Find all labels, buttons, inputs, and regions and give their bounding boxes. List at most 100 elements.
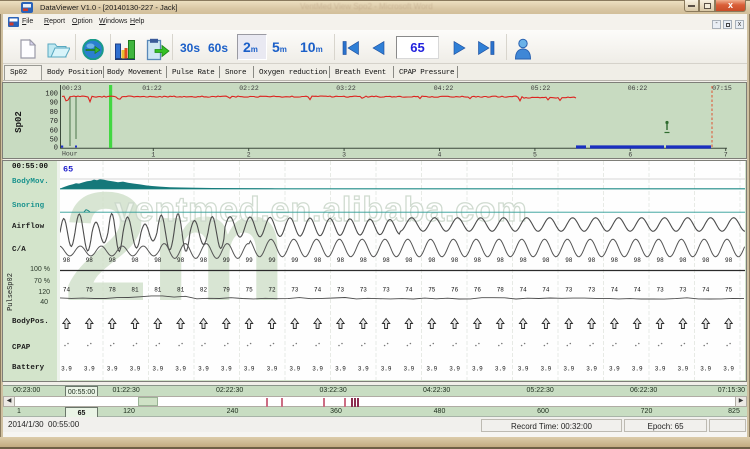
svg-text:75: 75	[86, 287, 94, 294]
svg-text:04:22: 04:22	[434, 85, 454, 92]
svg-text:65: 65	[63, 165, 73, 175]
svg-text:75: 75	[245, 287, 253, 294]
svg-text:3.9: 3.9	[518, 366, 529, 373]
svg-text:02:22: 02:22	[239, 85, 259, 92]
svg-text:98: 98	[337, 257, 345, 264]
svg-text:98: 98	[497, 257, 505, 264]
svg-text:72: 72	[268, 287, 276, 294]
svg-text:3.9: 3.9	[700, 366, 711, 373]
svg-text:70: 70	[50, 118, 58, 126]
svg-text:82: 82	[200, 287, 208, 294]
svg-text:98: 98	[519, 257, 527, 264]
svg-text:98: 98	[451, 257, 459, 264]
svg-text:3.9: 3.9	[130, 366, 141, 373]
svg-text:98: 98	[382, 257, 390, 264]
svg-text:98: 98	[314, 257, 322, 264]
svg-text:0: 0	[54, 145, 58, 153]
svg-text:3.9: 3.9	[426, 366, 437, 373]
svg-text:76: 76	[474, 287, 482, 294]
svg-text:3.9: 3.9	[449, 366, 460, 373]
svg-text:98: 98	[542, 257, 550, 264]
svg-text:ventmed.en.alibaba.com: ventmed.en.alibaba.com	[115, 191, 528, 229]
svg-text:98: 98	[154, 257, 162, 264]
svg-text:05:22: 05:22	[531, 85, 551, 92]
svg-text:98: 98	[63, 257, 71, 264]
svg-text:3.9: 3.9	[84, 366, 95, 373]
svg-text:7: 7	[724, 152, 728, 159]
svg-text:74: 74	[63, 287, 71, 294]
svg-text:3.9: 3.9	[289, 366, 300, 373]
svg-text:75: 75	[725, 287, 733, 294]
svg-text:3.9: 3.9	[198, 366, 209, 373]
svg-text:2: 2	[247, 152, 251, 159]
svg-text:76: 76	[451, 287, 459, 294]
svg-text:98: 98	[360, 257, 368, 264]
svg-text:98: 98	[634, 257, 642, 264]
svg-text:3: 3	[342, 152, 346, 159]
svg-text:81: 81	[177, 287, 185, 294]
svg-text:3.9: 3.9	[358, 366, 369, 373]
svg-text:Hour: Hour	[62, 151, 78, 158]
svg-text:74: 74	[702, 287, 710, 294]
svg-text:80: 80	[50, 109, 58, 117]
svg-text:50: 50	[50, 137, 58, 145]
svg-text:06:22: 06:22	[628, 85, 648, 92]
svg-text:98: 98	[588, 257, 596, 264]
svg-text:3.9: 3.9	[563, 366, 574, 373]
svg-text:4: 4	[438, 152, 442, 159]
svg-text:6: 6	[628, 152, 632, 159]
svg-text:74: 74	[611, 287, 619, 294]
svg-text:98: 98	[86, 257, 94, 264]
svg-text:5: 5	[533, 152, 537, 159]
svg-text:73: 73	[291, 287, 299, 294]
svg-text:3.9: 3.9	[335, 366, 346, 373]
svg-text:00:23: 00:23	[62, 85, 82, 92]
svg-text:99: 99	[223, 257, 231, 264]
svg-text:75: 75	[428, 287, 436, 294]
svg-text:98: 98	[611, 257, 619, 264]
svg-text:3.9: 3.9	[472, 366, 483, 373]
svg-text:81: 81	[131, 287, 139, 294]
svg-text:3.9: 3.9	[609, 366, 620, 373]
svg-text:73: 73	[679, 287, 687, 294]
svg-text:3.9: 3.9	[540, 366, 551, 373]
svg-text:3.9: 3.9	[107, 366, 118, 373]
svg-text:98: 98	[474, 257, 482, 264]
svg-text:98: 98	[725, 257, 733, 264]
svg-text:3.9: 3.9	[244, 366, 255, 373]
svg-text:03:22: 03:22	[336, 85, 356, 92]
svg-text:60: 60	[50, 127, 58, 135]
svg-text:78: 78	[497, 287, 505, 294]
svg-text:74: 74	[634, 287, 642, 294]
svg-text:3.9: 3.9	[655, 366, 666, 373]
svg-text:3.9: 3.9	[61, 366, 72, 373]
svg-text:98: 98	[702, 257, 710, 264]
svg-text:98: 98	[177, 257, 185, 264]
svg-text:3.9: 3.9	[677, 366, 688, 373]
svg-text:3.9: 3.9	[221, 366, 232, 373]
svg-text:3.9: 3.9	[267, 366, 278, 373]
svg-text:01:22: 01:22	[142, 85, 162, 92]
svg-text:98: 98	[200, 257, 208, 264]
svg-text:3.9: 3.9	[632, 366, 643, 373]
svg-text:3.9: 3.9	[381, 366, 392, 373]
svg-text:3.9: 3.9	[403, 366, 414, 373]
svg-text:3.9: 3.9	[586, 366, 597, 373]
svg-text:98: 98	[131, 257, 139, 264]
svg-text:1: 1	[151, 152, 155, 159]
svg-text:3.9: 3.9	[175, 366, 186, 373]
svg-text:74: 74	[314, 287, 322, 294]
svg-text:99: 99	[268, 257, 276, 264]
svg-text:73: 73	[656, 287, 664, 294]
svg-text:3.9: 3.9	[723, 366, 734, 373]
svg-text:74: 74	[405, 287, 413, 294]
svg-text:3.9: 3.9	[495, 366, 506, 373]
svg-text:74: 74	[542, 287, 550, 294]
svg-text:73: 73	[360, 287, 368, 294]
svg-text:73: 73	[565, 287, 573, 294]
svg-text:99: 99	[245, 257, 253, 264]
svg-text:98: 98	[565, 257, 573, 264]
svg-text:73: 73	[382, 287, 390, 294]
svg-text:98: 98	[109, 257, 117, 264]
svg-text:07:15: 07:15	[712, 85, 732, 92]
